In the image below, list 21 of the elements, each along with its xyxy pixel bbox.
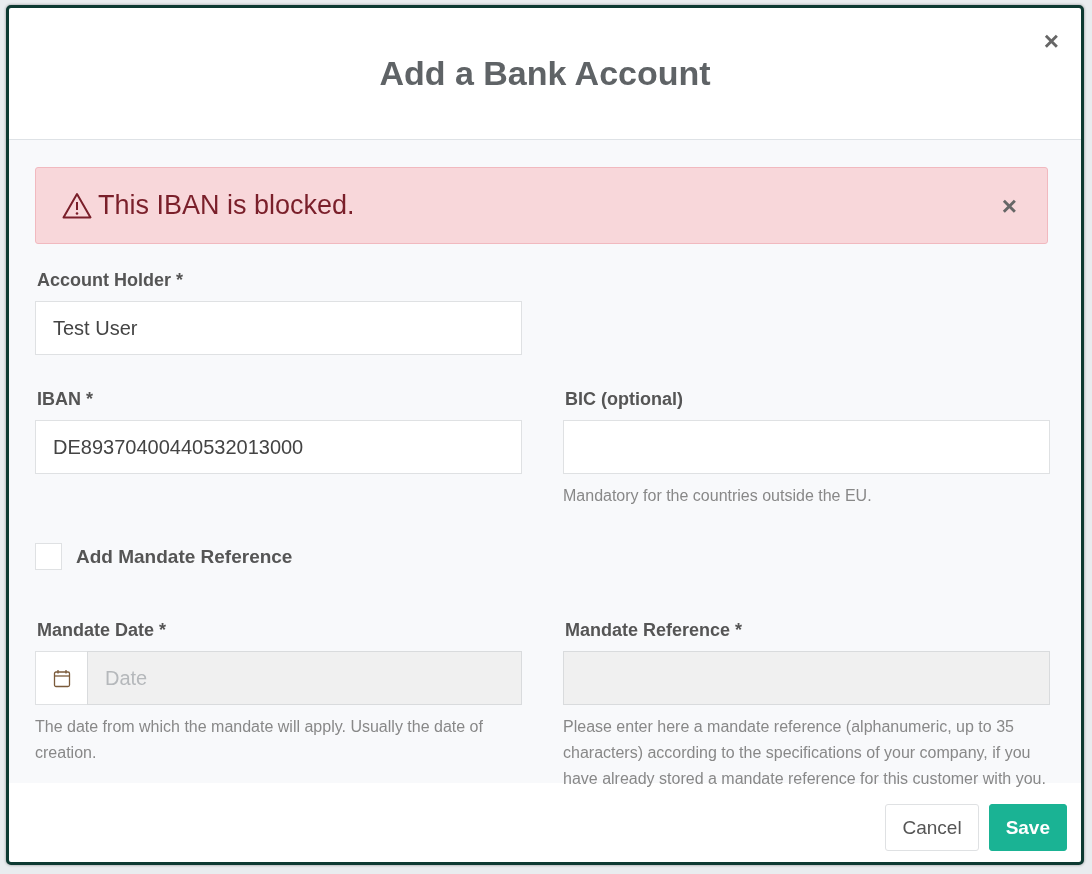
text-field[interactable]: DE89370400440532013000 (35, 420, 522, 474)
alert-message: This IBAN is blocked. (98, 190, 355, 221)
field-label: Account Holder * (37, 270, 183, 291)
alert-close-button[interactable]: × (997, 193, 1021, 219)
help-text: Mandatory for the countries outside the EU. (563, 486, 873, 506)
checkbox-label: Add Mandate Reference (76, 545, 293, 568)
text-field[interactable]: Test User (35, 301, 522, 355)
field-label: IBAN * (37, 389, 93, 410)
cancel-button[interactable]: Cancel (885, 804, 979, 851)
help-text: The date from which the mandate will apply. Usually the date of creation. (35, 717, 484, 763)
close-button[interactable]: × (1039, 28, 1063, 54)
dialog-title: Add a Bank Account (379, 54, 711, 93)
field-label: Mandate Date * (37, 620, 167, 641)
field-label: Mandate Reference * (565, 620, 743, 641)
warning-icon (62, 192, 92, 219)
field-label: BIC (optional) (565, 389, 683, 410)
checkbox[interactable] (35, 543, 62, 570)
text-field[interactable] (563, 420, 1050, 474)
calendar-icon (52, 668, 71, 688)
calendar-button[interactable] (35, 651, 87, 705)
help-text: Please enter here a mandate reference (alphanumeric, up to 35 characters) according to the specifications of your company, if you have already stored a mandate reference for this customer with you. (563, 717, 1047, 789)
